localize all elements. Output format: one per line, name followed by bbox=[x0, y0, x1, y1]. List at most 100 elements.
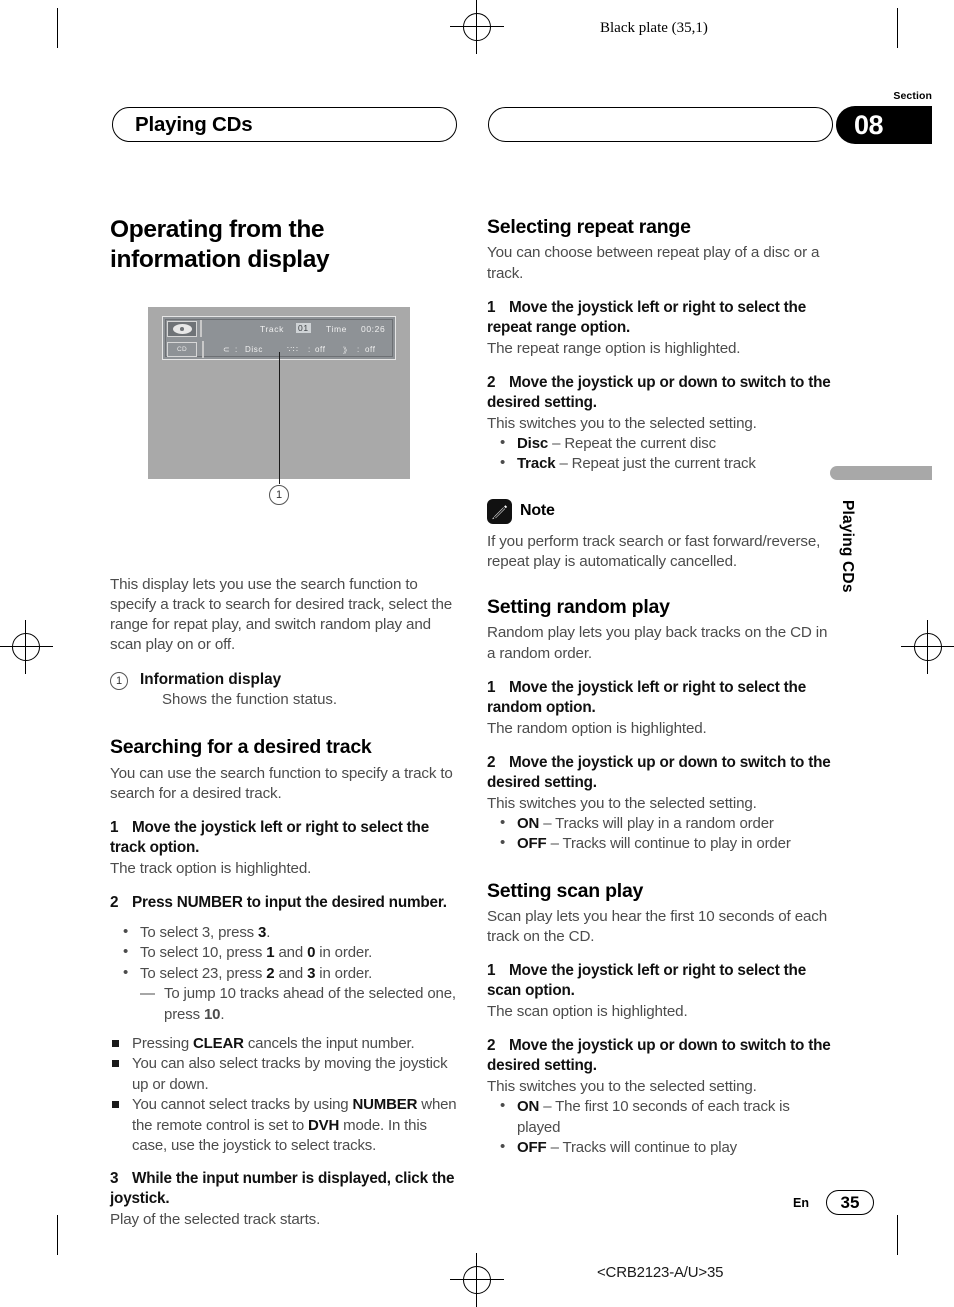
crop-mark-top-left bbox=[57, 8, 58, 48]
search-step-1-result: The track option is highlighted. bbox=[110, 860, 312, 877]
lcd-scan-icon: 》 bbox=[343, 346, 352, 355]
search-step-3: 3 While the input number is displayed, cl… bbox=[110, 1169, 458, 1209]
list-item: To select 23, press 2 and 3 in order. bbox=[110, 963, 458, 984]
random-step-1-number: 1 bbox=[487, 678, 496, 696]
cd-disc-icon bbox=[167, 321, 197, 337]
list-item: You cannot select tracks by using NUMBER… bbox=[110, 1095, 458, 1156]
section-label: Section bbox=[893, 90, 932, 102]
lcd-time-value: 00:26 bbox=[361, 324, 386, 334]
scan-step-2-text: Move the joystick up or down to switch t… bbox=[487, 1037, 831, 1075]
lcd-track-label: Track bbox=[260, 324, 284, 334]
callout-marker-1: 1 bbox=[269, 485, 289, 505]
random-step-2-text: Move the joystick up or down to switch t… bbox=[487, 753, 831, 791]
repeat-step-1: 1 Move the joystick left or right to sele… bbox=[487, 298, 835, 338]
search-step-3-result: Play of the selected track starts. bbox=[110, 1211, 321, 1229]
repeat-step-2-text: Move the joystick up or down to switch t… bbox=[487, 373, 831, 411]
callout-leader-line bbox=[279, 352, 281, 484]
lcd-source-label: CD bbox=[167, 342, 197, 357]
callout-legend-desc: Shows the function status. bbox=[162, 690, 338, 708]
square-bullet-icon bbox=[112, 1040, 119, 1048]
repeat-intro: You can choose between repeat play of a … bbox=[487, 244, 820, 282]
list-item: Track – Repeat just the current track bbox=[487, 453, 835, 474]
note-label: Note bbox=[520, 502, 555, 520]
scan-intro: Scan play lets you hear the first 10 sec… bbox=[487, 907, 828, 946]
random-step-2: 2 Move the joystick up or down to switch … bbox=[487, 753, 835, 793]
repeat-step-1-text: Move the joystick left or right to selec… bbox=[487, 298, 806, 336]
lcd-time-label: Time bbox=[326, 324, 347, 334]
random-step-1: 1 Move the joystick left or right to sele… bbox=[487, 678, 835, 718]
heading-setting-scan-play: Setting scan play bbox=[487, 879, 644, 902]
search-step-2-text: Press NUMBER to input the desired number… bbox=[132, 894, 447, 912]
crop-mark-bottom-right bbox=[897, 1215, 898, 1255]
section-number-badge: 08 bbox=[836, 106, 932, 144]
search-step-1-number: 1 bbox=[110, 819, 119, 837]
square-bullet-icon bbox=[112, 1101, 119, 1109]
list-item: You can also select tracks by moving the… bbox=[110, 1054, 458, 1095]
lcd-repeat-value: Disc bbox=[245, 345, 263, 354]
repeat-step-1-number: 1 bbox=[487, 298, 496, 316]
scan-step-1-result: The scan option is highlighted. bbox=[487, 1003, 688, 1021]
lcd-scan-value: off bbox=[365, 345, 376, 354]
list-item: Pressing CLEAR cancels the input number. bbox=[110, 1034, 458, 1054]
side-tab-bar bbox=[830, 466, 932, 480]
scan-step-2-number: 2 bbox=[487, 1037, 496, 1055]
list-item: ON – Tracks will play in a random order bbox=[487, 813, 835, 834]
search-step-2: 2 Press NUMBER to input the desired numbe… bbox=[110, 893, 458, 913]
search-square-notes: Pressing CLEAR cancels the input number.… bbox=[110, 1034, 458, 1156]
random-options: ON – Tracks will play in a random orderO… bbox=[487, 813, 835, 855]
random-intro: Random play lets you play back tracks on… bbox=[487, 624, 828, 662]
lcd-random-value: off bbox=[315, 345, 326, 354]
search-number-bullets: To select 3, press 3.To select 10, press… bbox=[110, 922, 458, 984]
scan-step-1-text: Move the joystick left or right to selec… bbox=[487, 962, 806, 1000]
lcd-random-icon: ∵∷ bbox=[287, 345, 299, 354]
heading-searching-track: Searching for a desired track bbox=[110, 736, 372, 759]
lcd-repeat-sep: : bbox=[235, 345, 238, 354]
repeat-step-1-result: The repeat range option is highlighted. bbox=[487, 339, 741, 357]
searching-intro: You can use the search function to speci… bbox=[110, 764, 453, 803]
lcd-track-value: 01 bbox=[296, 323, 311, 333]
list-item: To select 10, press 1 and 0 in order. bbox=[110, 942, 458, 963]
running-head-pill: Playing CDs bbox=[112, 107, 457, 142]
callout-legend-title: Information display bbox=[140, 670, 282, 688]
registration-mark-right bbox=[901, 620, 954, 674]
search-step-1: 1 Move the joystick left or right to sele… bbox=[110, 818, 458, 858]
search-step-1-text: Move the joystick left or right to selec… bbox=[110, 819, 429, 857]
repeat-options: Disc – Repeat the current discTrack – Re… bbox=[487, 433, 835, 475]
search-dash-note: To jump 10 tracks ahead of the selected … bbox=[140, 984, 458, 1025]
registration-mark-bottom bbox=[450, 1253, 504, 1307]
manual-page: Black plate (35,1) Section 08 Playing CD… bbox=[0, 0, 954, 1307]
random-step-1-text: Move the joystick left or right to selec… bbox=[487, 678, 806, 716]
list-item: OFF – Tracks will continue to play bbox=[487, 1137, 835, 1158]
search-step-3-text: While the input number is displayed, cli… bbox=[110, 1170, 455, 1208]
page-title: Operating from the information display bbox=[110, 216, 330, 273]
running-head-label: Playing CDs bbox=[135, 112, 253, 136]
scan-step-1: 1 Move the joystick left or right to sele… bbox=[487, 961, 835, 1001]
note-header: Note bbox=[487, 498, 835, 524]
scan-step-2-result: This switches you to the selected settin… bbox=[487, 1078, 757, 1096]
repeat-step-2-number: 2 bbox=[487, 373, 496, 391]
crop-mark-bottom-left bbox=[57, 1215, 58, 1255]
pencil-note-icon bbox=[487, 498, 512, 524]
search-step-3-number: 3 bbox=[110, 1170, 119, 1188]
list-item: Disc – Repeat the current disc bbox=[487, 433, 835, 454]
side-tab-label: Playing CDs bbox=[839, 500, 856, 593]
footer-page-number: 35 bbox=[826, 1190, 874, 1215]
heading-selecting-repeat-range: Selecting repeat range bbox=[487, 216, 691, 238]
right-column: Selecting repeat range You can choose be… bbox=[487, 215, 835, 1158]
list-item: To select 3, press 3. bbox=[110, 922, 458, 943]
callout-number-icon: 1 bbox=[110, 671, 128, 690]
note-text: If you perform track search or fast forw… bbox=[487, 532, 821, 570]
repeat-step-2: 2 Move the joystick up or down to switch … bbox=[487, 373, 835, 413]
scan-options: ON – The first 10 seconds of each track … bbox=[487, 1096, 835, 1158]
registration-mark-top bbox=[450, 0, 504, 54]
lcd-random-sep: : bbox=[308, 345, 311, 354]
search-dash-note-list: To jump 10 tracks ahead of the selected … bbox=[140, 984, 458, 1025]
random-step-2-result: This switches you to the selected settin… bbox=[487, 794, 757, 812]
callout-legend-item: 1 Information display Shows the function… bbox=[110, 670, 458, 710]
black-plate-text: Black plate (35,1) bbox=[600, 20, 708, 36]
lcd-scan-sep: : bbox=[357, 345, 360, 354]
heading-setting-random-play: Setting random play bbox=[487, 595, 670, 618]
registration-mark-left bbox=[0, 620, 53, 674]
random-step-2-number: 2 bbox=[487, 753, 496, 771]
lcd-repeat-icon: ⊂ bbox=[223, 345, 231, 354]
